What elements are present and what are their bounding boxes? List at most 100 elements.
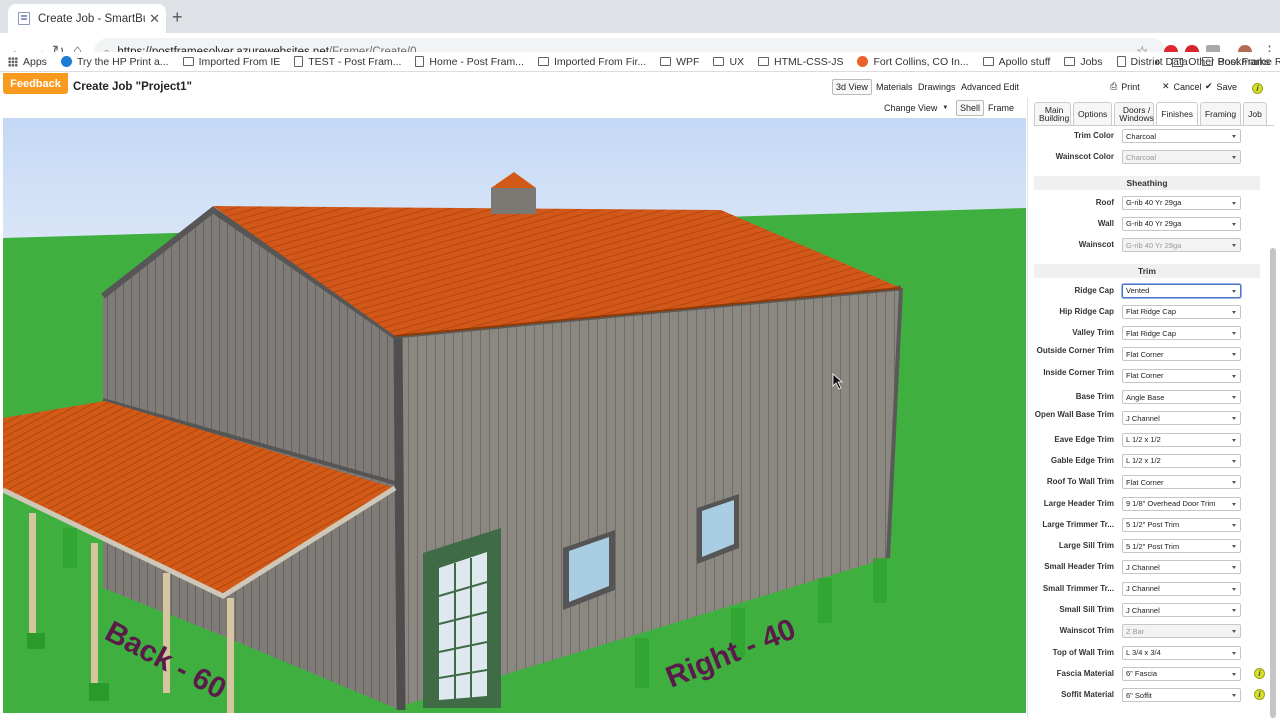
cancel-button[interactable]: ✕ Cancel <box>1162 81 1202 92</box>
tab-finishes[interactable]: Finishes <box>1156 102 1198 125</box>
select-value: 6" Soffit <box>1126 690 1152 700</box>
more-bookmarks-icon[interactable]: » <box>1154 56 1160 68</box>
tab-job[interactable]: Job <box>1243 102 1267 125</box>
info-icon[interactable]: i <box>1252 83 1263 94</box>
info-icon[interactable]: i <box>1254 667 1265 679</box>
shell-button[interactable]: Shell <box>956 100 985 116</box>
small-header-trim-select[interactable]: J Channel <box>1122 560 1241 575</box>
materials-button[interactable]: Materials <box>873 79 916 95</box>
select-value: Z Bar <box>1126 626 1145 636</box>
bookmark-item[interactable]: HTML-CSS-JS <box>758 56 843 68</box>
soffit-material-select[interactable]: 6" Soffit <box>1122 688 1241 703</box>
field-label: Roof To Wall Trim <box>1046 477 1114 487</box>
top-of-wall-trim-select[interactable]: L 3/4 x 3/4 <box>1122 645 1241 660</box>
wall-select[interactable]: G-rib 40 Yr 29ga <box>1122 216 1241 231</box>
large-sill-trim-select[interactable]: 5 1/2" Post Trim <box>1122 539 1241 554</box>
select-value: Charcoal <box>1126 131 1157 141</box>
bookmark-item[interactable]: Imported From IE <box>182 56 280 68</box>
roof-to-wall-trim-select[interactable]: Flat Corner <box>1122 475 1241 490</box>
page-icon <box>415 56 425 67</box>
select-value: G-rib 40 Yr 29ga <box>1126 198 1182 208</box>
bookmark-item[interactable]: Try the HP Print a... <box>60 56 169 68</box>
close-icon: ✕ <box>1162 81 1170 91</box>
folder-icon <box>713 57 725 66</box>
field-label: Small Header Trim <box>1044 562 1114 572</box>
folder-icon <box>1172 57 1184 67</box>
trim-color-select[interactable]: Charcoal <box>1122 129 1241 143</box>
field-row: Soffit Material 6" Soffit i <box>1028 688 1268 703</box>
chevron-down-icon <box>1232 222 1236 226</box>
eave-edge-trim-select[interactable]: L 1/2 x 1/2 <box>1122 432 1241 447</box>
bookmark-item[interactable]: Apollo stuff <box>982 56 1050 68</box>
3d-viewport[interactable]: Back - 60 Right - 40 <box>3 118 1026 713</box>
bookmark-label: Jobs <box>1080 55 1103 68</box>
chevron-down-icon <box>1232 244 1236 248</box>
tab-framing[interactable]: Framing <box>1199 102 1242 125</box>
open-wall-base-trim-select[interactable]: J Channel <box>1122 411 1241 426</box>
chevron-down-icon <box>1232 135 1236 138</box>
field-label: Trim Color <box>1073 131 1114 140</box>
bookmark-item[interactable]: Home - Post Fram... <box>415 56 524 68</box>
chevron-down-icon <box>1232 587 1236 591</box>
hip-ridge-cap-select[interactable]: Flat Ridge Cap <box>1122 304 1241 319</box>
change-view-dropdown[interactable]: Change View ▼ <box>881 100 951 116</box>
chevron-down-icon <box>1232 374 1236 378</box>
bookmark-item[interactable]: TEST - Post Fram... <box>294 56 401 68</box>
bookmark-item[interactable]: Fort Collins, CO In... <box>857 56 969 68</box>
field-label: Hip Ridge Cap <box>1059 306 1114 316</box>
bookmark-item[interactable]: WPF <box>660 56 699 68</box>
select-value: 5 1/2" Post Trim <box>1126 541 1180 551</box>
save-button[interactable]: ✔ Save <box>1205 81 1237 92</box>
large-header-trim-select[interactable]: 9 1/8" Overhead Door Trim <box>1122 496 1241 511</box>
finishes-panel: Main Building Options Doors / Windows Finis… <box>1027 98 1280 718</box>
chevron-down-icon: ▼ <box>942 105 949 111</box>
small-sill-trim-select[interactable]: J Channel <box>1122 603 1241 617</box>
field-row: Top of Wall Trim L 3/4 x 3/4 <box>1028 645 1268 660</box>
browser-tab[interactable]: Create Job - SmartBuild Frame ✕ <box>8 4 166 33</box>
field-row: Small Header Trim J Channel <box>1028 560 1268 575</box>
frame-button[interactable]: Frame <box>985 100 1017 116</box>
tab-options[interactable]: Options <box>1073 102 1113 125</box>
bookmark-item[interactable]: Apps <box>8 56 47 68</box>
select-value: Flat Ridge Cap <box>1126 307 1177 317</box>
outside-corner-trim-select[interactable]: Flat Corner <box>1122 347 1241 362</box>
page-icon <box>294 56 304 67</box>
panel-scrollbar[interactable] <box>1270 248 1276 718</box>
print-button[interactable]: ⎙ Print <box>1110 81 1140 92</box>
info-icon[interactable]: i <box>1254 689 1265 701</box>
base-trim-select[interactable]: Angle Base <box>1122 390 1241 404</box>
valley-trim-select[interactable]: Flat Ridge Cap <box>1122 326 1241 341</box>
bookmark-item[interactable]: UX <box>713 56 744 68</box>
fascia-material-select[interactable]: 6" Fascia <box>1122 666 1241 681</box>
tab-main-building[interactable]: Main Building <box>1034 102 1071 125</box>
inside-corner-trim-select[interactable]: Flat Corner <box>1122 368 1241 383</box>
gable-edge-trim-select[interactable]: L 1/2 x 1/2 <box>1122 453 1241 468</box>
3d-view-button[interactable]: 3d View <box>832 79 872 95</box>
bookmark-item[interactable]: Jobs <box>1064 55 1103 68</box>
large-trimmer-tr-select[interactable]: 5 1/2" Post Trim <box>1122 517 1241 532</box>
wainscot-color-select: Charcoal <box>1122 150 1241 165</box>
feedback-button[interactable]: Feedback <box>3 73 68 94</box>
field-label: Soffit Material <box>1061 690 1114 700</box>
print-icon: ⎙ <box>1110 81 1118 91</box>
ridge-cap-select[interactable]: Vented <box>1122 283 1241 298</box>
field-label: Wainscot <box>1078 240 1114 250</box>
tab-doors-windows[interactable]: Doors / Windows <box>1114 102 1155 125</box>
close-tab-icon[interactable]: ✕ <box>149 11 160 27</box>
other-bookmarks-label: Other Bookmarks <box>1188 56 1270 68</box>
field-label: Roof <box>1095 197 1114 207</box>
new-tab-icon[interactable]: + <box>172 7 183 28</box>
other-bookmarks[interactable]: » Other Bookmarks <box>1154 56 1270 68</box>
drawings-button[interactable]: Drawings <box>915 79 959 95</box>
field-row: Hip Ridge Cap Flat Ridge Cap <box>1028 304 1268 319</box>
select-value: J Channel <box>1126 605 1160 615</box>
bookmark-item[interactable]: Imported From Fir... <box>537 56 646 68</box>
small-trimmer-tr-select[interactable]: J Channel <box>1122 581 1241 596</box>
field-label: Base Trim <box>1075 392 1114 401</box>
roof-select[interactable]: G-rib 40 Yr 29ga <box>1122 195 1241 210</box>
folder-icon <box>1064 57 1076 66</box>
ftc-icon <box>857 56 869 67</box>
folder-icon <box>537 57 549 66</box>
field-row: Base Trim Angle Base <box>1028 390 1268 404</box>
advanced-edit-button[interactable]: Advanced Edit <box>958 79 1022 95</box>
